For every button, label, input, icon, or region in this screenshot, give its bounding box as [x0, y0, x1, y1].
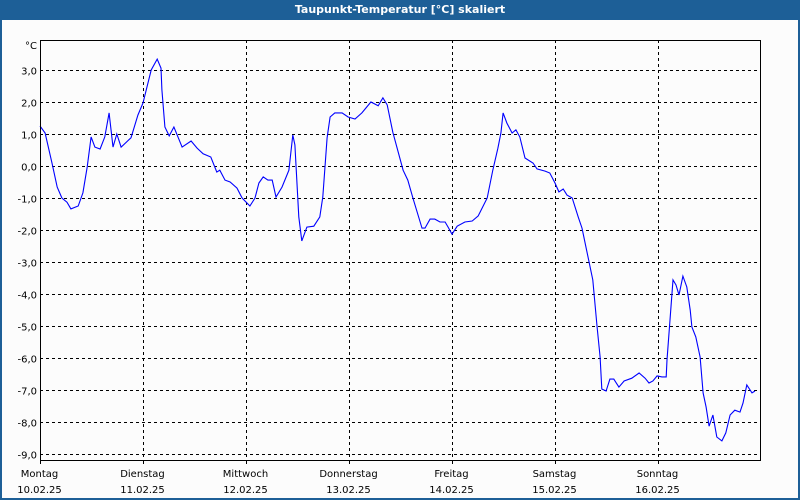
x-tick-date: 13.02.25: [326, 485, 371, 496]
plot-frame: [40, 40, 761, 461]
y-tick-label: -2,0: [17, 227, 37, 238]
y-tick-label: -3,0: [17, 259, 37, 270]
y-tick-label: 0,0: [21, 163, 37, 174]
x-tick-day: Mittwoch: [223, 469, 268, 480]
chart-window: Taupunkt-Temperatur [°C] skaliert °C 3,0…: [0, 0, 800, 500]
x-tick-day: Dienstag: [120, 469, 165, 480]
y-tick-label: -4,0: [17, 291, 37, 302]
y-tick-label: -5,0: [17, 323, 37, 334]
x-tick-date: 15.02.25: [532, 485, 577, 496]
x-tick-day: Montag: [21, 469, 58, 480]
y-tick-label: -9,0: [17, 451, 37, 462]
x-tick-date: 16.02.25: [635, 485, 680, 496]
dewpoint-chart: °C 3,0 2,0 1,0 0,0 -1,0 -2,0 -3,0 -4,0 -5,0 -6,0 -…: [17, 40, 761, 496]
x-tick-date: 11.02.25: [120, 485, 165, 496]
x-tick-date: 12.02.25: [223, 485, 268, 496]
y-tick-label: -1,0: [17, 195, 37, 206]
x-tick-date: 14.02.25: [429, 485, 474, 496]
series-layer: [39, 57, 756, 442]
grid: [40, 40, 760, 464]
y-tick-label: 1,0: [21, 131, 37, 142]
y-tick-label: -7,0: [17, 387, 37, 398]
y-tick-labels: 3,0 2,0 1,0 0,0 -1,0 -2,0 -3,0 -4,0 -5,0 -6,0 -7,0…: [17, 67, 37, 462]
x-tick-date: 10.02.25: [17, 485, 62, 496]
x-tick-day: Sonntag: [637, 469, 679, 480]
dewpoint-series-line: [39, 57, 756, 442]
y-tick-label: -6,0: [17, 355, 37, 366]
y-tick-label: 2,0: [21, 99, 37, 110]
y-tick-label: 3,0: [21, 67, 37, 78]
x-tick-day: Freitag: [434, 469, 468, 480]
x-tick-labels: Montag 10.02.25 Dienstag 11.02.25 Mittwoch 12…: [17, 469, 680, 496]
x-tick-day: Donnerstag: [319, 469, 377, 480]
y-tick-label: -8,0: [17, 419, 37, 430]
x-tick-day: Samstag: [533, 469, 577, 480]
y-axis-unit-label: °C: [25, 41, 37, 52]
